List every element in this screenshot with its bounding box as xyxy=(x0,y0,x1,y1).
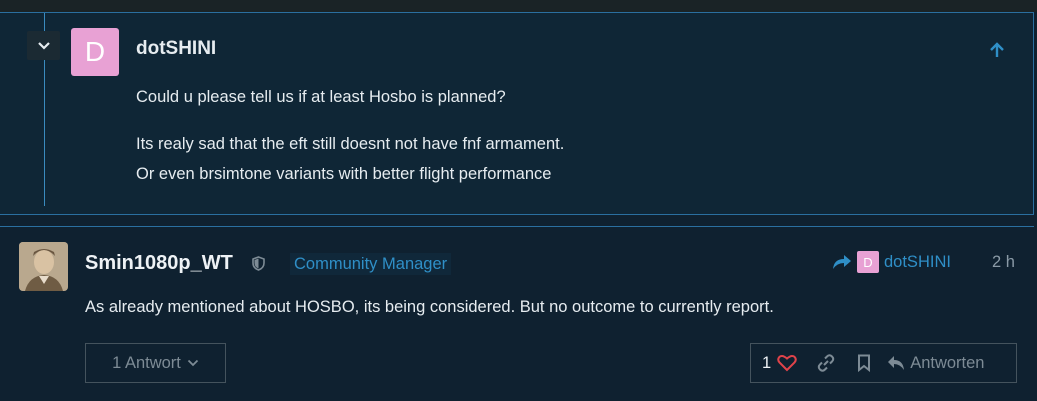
collapse-quote-button[interactable] xyxy=(27,31,60,60)
reply-icon xyxy=(888,356,905,370)
reply-to-avatar: D xyxy=(857,251,879,273)
show-replies-button[interactable]: 1 Antwort xyxy=(85,343,226,383)
reply-arrow-icon xyxy=(833,255,851,269)
reply-to-link[interactable]: D dotSHINI xyxy=(832,251,951,273)
avatar-portrait-image xyxy=(19,242,68,291)
post-actions: 1 Antworten xyxy=(750,343,1017,383)
post-timestamp[interactable]: 2 h xyxy=(992,253,1015,272)
like-count[interactable]: 1 xyxy=(762,354,771,373)
quoted-post: D dotSHINI Could u please tell us if at … xyxy=(0,12,1034,215)
like-heart-icon[interactable] xyxy=(777,354,797,372)
moderator-shield-icon xyxy=(252,256,265,276)
post-body: As already mentioned about HOSBO, its be… xyxy=(85,298,774,316)
reply-to-username: dotSHINI xyxy=(884,252,951,271)
top-strip xyxy=(0,0,1037,12)
reply-button[interactable]: Antworten xyxy=(887,354,984,373)
avatar[interactable] xyxy=(19,242,68,291)
quoted-paragraph: Its realy sad that the eft still doesnt … xyxy=(136,135,565,153)
quoted-username[interactable]: dotSHINI xyxy=(136,38,216,60)
post-username[interactable]: Smin1080p_WT xyxy=(85,252,233,275)
link-icon[interactable] xyxy=(816,353,836,373)
bookmark-icon[interactable] xyxy=(857,354,871,372)
quoted-paragraph: Could u please tell us if at least Hosbo… xyxy=(136,88,506,106)
avatar-letter: D xyxy=(84,36,106,67)
role-badge[interactable]: Community Manager xyxy=(290,253,452,275)
reply-button-label: Antworten xyxy=(910,353,985,372)
chevron-down-icon xyxy=(37,41,50,50)
reply-to-avatar-letter: D xyxy=(863,254,873,270)
replies-label: 1 Antwort xyxy=(112,353,181,372)
chevron-down-icon xyxy=(187,359,199,367)
divider xyxy=(0,226,1034,227)
jump-to-post-icon[interactable] xyxy=(988,41,1006,64)
avatar[interactable]: D xyxy=(71,28,119,76)
quoted-paragraph: Or even brsimtone variants with better f… xyxy=(136,165,552,183)
